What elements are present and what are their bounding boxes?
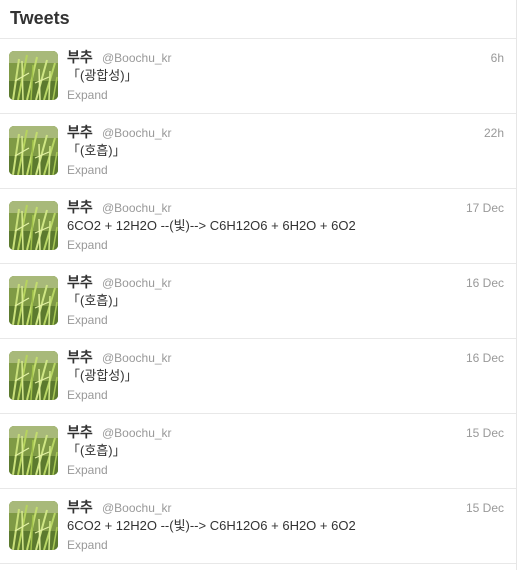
tweet-username[interactable]: @Boochu_kr bbox=[102, 351, 172, 365]
tweet-item[interactable]: 부추 @Boochu_kr 16 Dec 「(호흡)」 Expand bbox=[0, 264, 516, 339]
tweet-fullname[interactable]: 부추 bbox=[67, 199, 93, 215]
chive-plant-avatar-icon bbox=[9, 501, 58, 550]
avatar[interactable] bbox=[9, 351, 58, 400]
tweet-username[interactable]: @Boochu_kr bbox=[102, 426, 172, 440]
chive-plant-avatar-icon bbox=[9, 126, 58, 175]
tweet-item[interactable]: 부추 @Boochu_kr 22h 「(호흡)」 Expand bbox=[0, 114, 516, 189]
tweet-username[interactable]: @Boochu_kr bbox=[102, 201, 172, 215]
expand-link[interactable]: Expand bbox=[67, 313, 108, 327]
tweet-timestamp[interactable]: 6h bbox=[491, 51, 504, 65]
tweets-header: Tweets bbox=[0, 0, 516, 39]
expand-link[interactable]: Expand bbox=[67, 238, 108, 252]
tweet-timestamp[interactable]: 22h bbox=[484, 126, 504, 140]
tweet-item[interactable]: 부추 @Boochu_kr 15 Dec 「(호흡)」 Expand bbox=[0, 414, 516, 489]
tweet-timestamp[interactable]: 15 Dec bbox=[466, 426, 504, 440]
tweet-text: 「(호흡)」 bbox=[67, 143, 126, 158]
tweet-item[interactable]: 부추 @Boochu_kr 16 Dec 「(광합성)」 Expand bbox=[0, 339, 516, 414]
tweet-item[interactable]: 부추 @Boochu_kr 17 Dec 6CO2 + 12H2O --(빛)-… bbox=[0, 189, 516, 264]
tweet-list: 부추 @Boochu_kr 6h 「(광합성)」 Expand 부추 @Booc… bbox=[0, 39, 516, 564]
tweet-text: 6CO2 + 12H2O --(빛)--> C6H12O6 + 6H2O + 6… bbox=[67, 218, 356, 233]
tweet-item[interactable]: 부추 @Boochu_kr 6h 「(광합성)」 Expand bbox=[0, 39, 516, 114]
expand-link[interactable]: Expand bbox=[67, 538, 108, 552]
tweet-username[interactable]: @Boochu_kr bbox=[102, 501, 172, 515]
chive-plant-avatar-icon bbox=[9, 426, 58, 475]
expand-link[interactable]: Expand bbox=[67, 163, 108, 177]
tweet-fullname[interactable]: 부추 bbox=[67, 499, 93, 515]
tweet-fullname[interactable]: 부추 bbox=[67, 124, 93, 140]
chive-plant-avatar-icon bbox=[9, 276, 58, 325]
tweet-fullname[interactable]: 부추 bbox=[67, 274, 93, 290]
tweet-username[interactable]: @Boochu_kr bbox=[102, 126, 172, 140]
tweet-username[interactable]: @Boochu_kr bbox=[102, 51, 172, 65]
avatar[interactable] bbox=[9, 501, 58, 550]
tweet-text: 「(호흡)」 bbox=[67, 293, 126, 308]
avatar[interactable] bbox=[9, 426, 58, 475]
tweets-heading: Tweets bbox=[10, 8, 70, 28]
expand-link[interactable]: Expand bbox=[67, 388, 108, 402]
tweets-panel: Tweets 부추 @Boochu_kr 6h 「(광합성)」 Expand 부… bbox=[0, 0, 517, 570]
avatar[interactable] bbox=[9, 126, 58, 175]
tweet-text: 「(광합성)」 bbox=[67, 68, 138, 83]
tweet-text: 「(광합성)」 bbox=[67, 368, 138, 383]
tweet-timestamp[interactable]: 15 Dec bbox=[466, 501, 504, 515]
tweet-timestamp[interactable]: 17 Dec bbox=[466, 201, 504, 215]
tweet-fullname[interactable]: 부추 bbox=[67, 424, 93, 440]
expand-link[interactable]: Expand bbox=[67, 88, 108, 102]
avatar[interactable] bbox=[9, 51, 58, 100]
avatar[interactable] bbox=[9, 201, 58, 250]
tweet-username[interactable]: @Boochu_kr bbox=[102, 276, 172, 290]
tweet-text: 「(호흡)」 bbox=[67, 443, 126, 458]
avatar[interactable] bbox=[9, 276, 58, 325]
tweet-fullname[interactable]: 부추 bbox=[67, 49, 93, 65]
tweet-timestamp[interactable]: 16 Dec bbox=[466, 276, 504, 290]
tweet-text: 6CO2 + 12H2O --(빛)--> C6H12O6 + 6H2O + 6… bbox=[67, 518, 356, 533]
tweet-item[interactable]: 부추 @Boochu_kr 15 Dec 6CO2 + 12H2O --(빛)-… bbox=[0, 489, 516, 564]
tweet-fullname[interactable]: 부추 bbox=[67, 349, 93, 365]
expand-link[interactable]: Expand bbox=[67, 463, 108, 477]
chive-plant-avatar-icon bbox=[9, 201, 58, 250]
chive-plant-avatar-icon bbox=[9, 351, 58, 400]
tweet-timestamp[interactable]: 16 Dec bbox=[466, 351, 504, 365]
chive-plant-avatar-icon bbox=[9, 51, 58, 100]
